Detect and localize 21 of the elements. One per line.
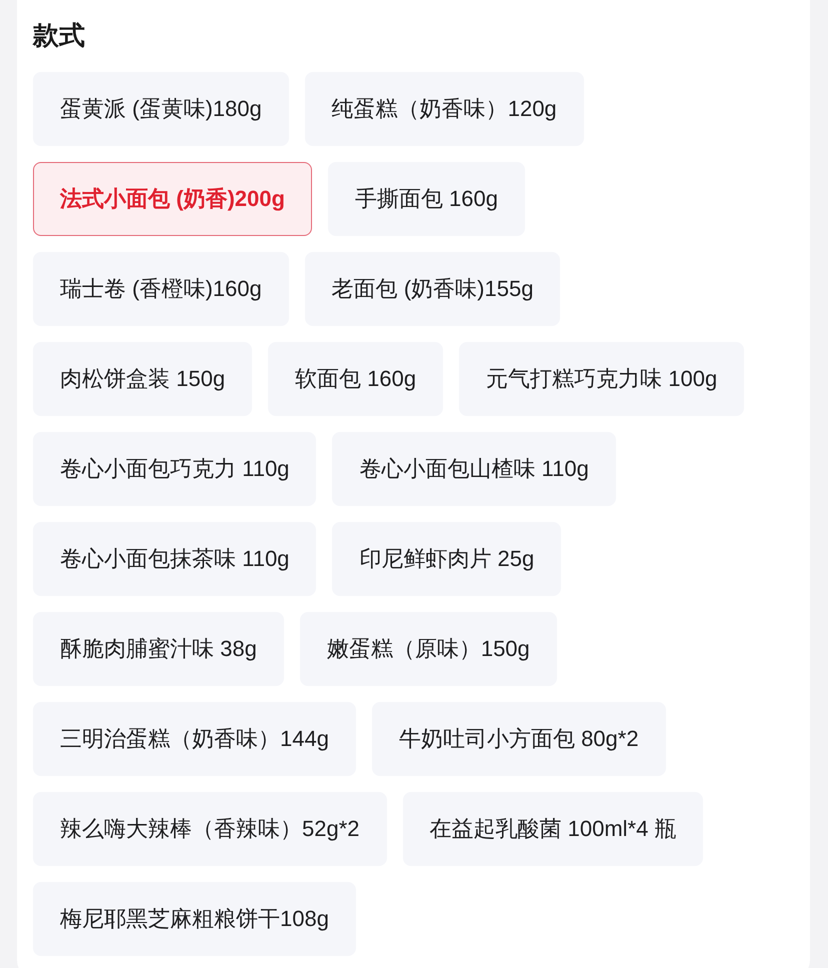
option-chip[interactable]: 卷心小面包山楂味 110g xyxy=(332,432,616,506)
option-chip[interactable]: 辣么嗨大辣棒（香辣味）52g*2 xyxy=(33,792,387,866)
option-chip[interactable]: 三明治蛋糕（奶香味）144g xyxy=(33,702,356,776)
option-chip[interactable]: 蛋黄派 (蛋黄味)180g xyxy=(33,72,289,146)
option-chip[interactable]: 卷心小面包巧克力 110g xyxy=(33,432,316,506)
option-chip[interactable]: 酥脆肉脯蜜汁味 38g xyxy=(33,612,284,686)
option-chip[interactable]: 卷心小面包抹茶味 110g xyxy=(33,522,316,596)
option-chip[interactable]: 软面包 160g xyxy=(268,342,444,416)
option-chip[interactable]: 手撕面包 160g xyxy=(328,162,525,236)
option-chip[interactable]: 在益起乳酸菌 100ml*4 瓶 xyxy=(402,792,704,866)
option-chip[interactable]: 元气打糕巧克力味 100g xyxy=(459,342,744,416)
section-title: 款式 xyxy=(33,19,86,52)
option-chip[interactable]: 纯蛋糕（奶香味）120g xyxy=(304,72,584,146)
option-chip[interactable]: 梅尼耶黑芝麻粗粮饼干108g xyxy=(33,882,356,956)
option-chip[interactable]: 肉松饼盒装 150g xyxy=(33,342,252,416)
option-chip[interactable]: 牛奶吐司小方面包 80g*2 xyxy=(372,702,666,776)
option-chip[interactable]: 老面包 (奶香味)155g xyxy=(304,252,560,326)
option-chip[interactable]: 法式小面包 (奶香)200g xyxy=(33,162,312,236)
option-chip[interactable]: 印尼鲜虾肉片 25g xyxy=(332,522,562,596)
option-chip[interactable]: 嫩蛋糕（原味）150g xyxy=(300,612,557,686)
option-chip[interactable]: 瑞士卷 (香橙味)160g xyxy=(33,252,289,326)
